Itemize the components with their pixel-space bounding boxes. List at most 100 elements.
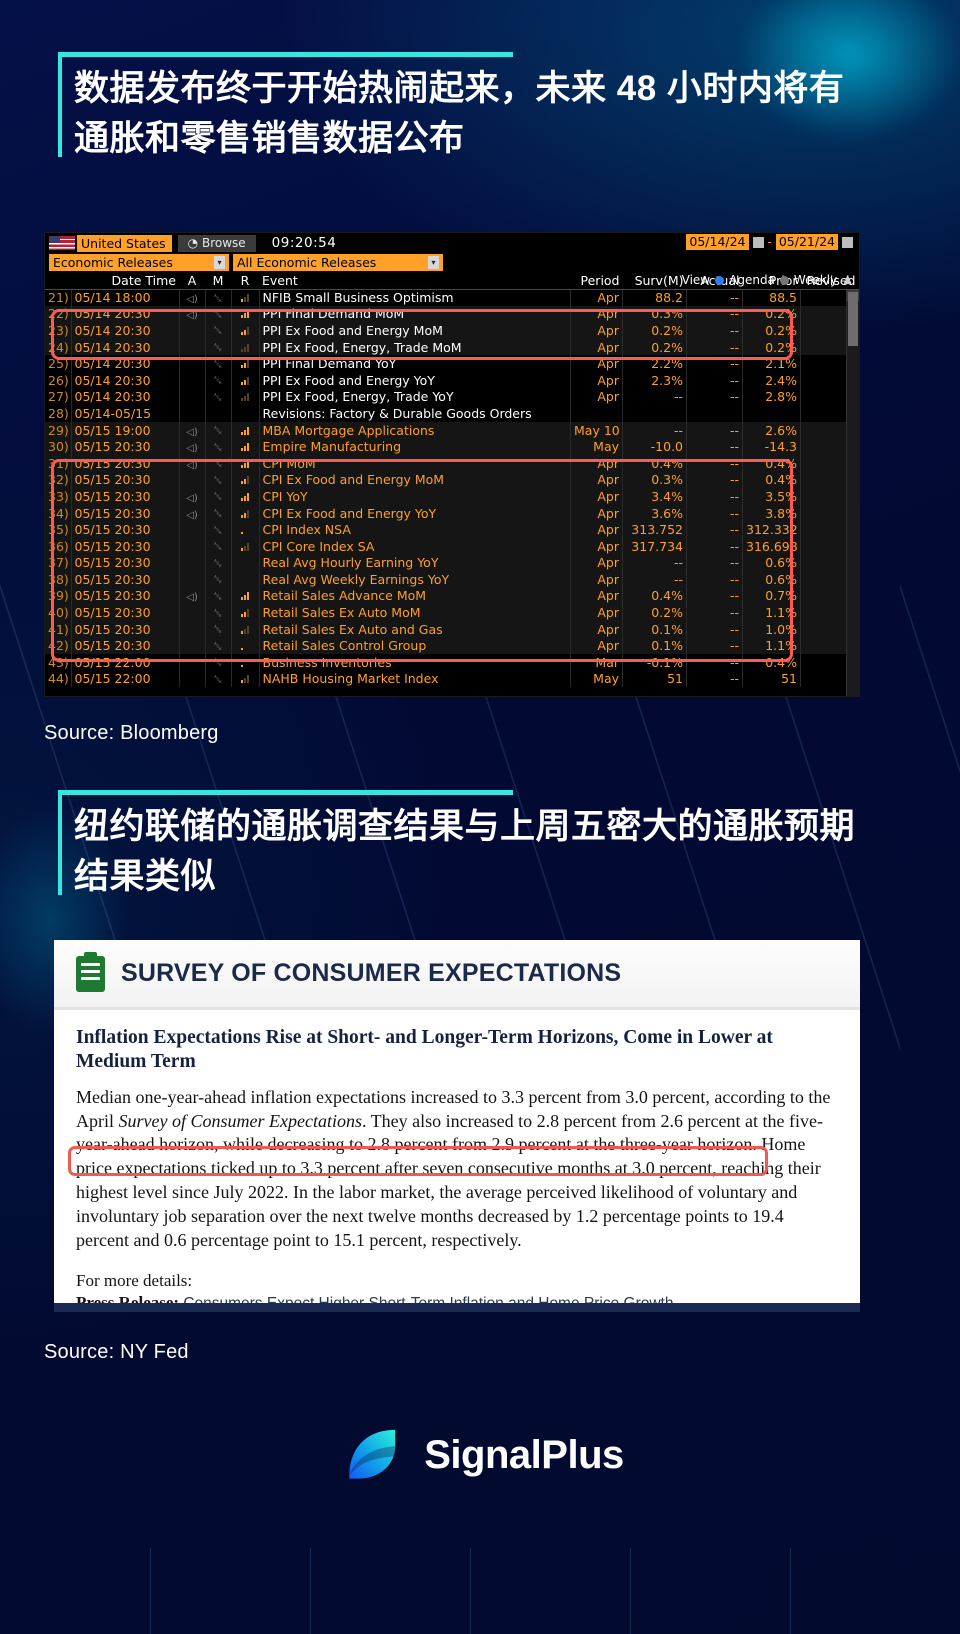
row-relevance-cell[interactable] (231, 571, 260, 588)
col-event[interactable]: Event (259, 272, 571, 290)
weekly-label[interactable]: Weekly (794, 273, 837, 287)
row-alert-cell[interactable]: ◁) (179, 289, 206, 306)
speaker-icon[interactable]: ◁) (186, 443, 198, 454)
row-bell-cell[interactable]: ␆ (205, 604, 232, 621)
row-bell-cell[interactable]: ␆ (205, 322, 232, 339)
row-event-name[interactable]: Real Avg Weekly Earnings YoY (259, 571, 571, 588)
row-relevance-cell[interactable] (231, 654, 260, 671)
row-relevance-cell[interactable] (231, 405, 260, 422)
table-row[interactable]: 32) 05/15 20:30 ␆ CPI Ex Food and Energy Mo… (45, 471, 859, 489)
col-a[interactable]: A (179, 272, 205, 290)
speaker-icon[interactable]: ◁) (186, 460, 198, 471)
row-bell-cell[interactable]: ␆ (205, 554, 232, 572)
row-event-name[interactable]: Empire Manufacturing (259, 438, 571, 455)
table-row[interactable]: 43) 05/15 22:00 ␆ Business Inventories Mar -0… (45, 654, 859, 671)
row-event-name[interactable]: CPI YoY (259, 488, 571, 505)
row-bell-cell[interactable]: ␆ (205, 371, 232, 389)
person-icon[interactable]: ♟ (842, 273, 853, 287)
row-bell-cell[interactable]: ␆ (205, 488, 232, 505)
row-event-name[interactable]: CPI Ex Food and Energy YoY (259, 504, 571, 522)
row-bell-cell[interactable]: ␆ (205, 587, 232, 605)
table-row[interactable]: 23) 05/14 20:30 ␆ PPI Ex Food and Energy Mo… (45, 322, 859, 339)
bell-icon[interactable]: ␆ (214, 474, 223, 487)
row-bell-cell[interactable]: ␆ (205, 438, 232, 455)
row-event-name[interactable]: Retail Sales Ex Auto MoM (259, 604, 571, 621)
bell-icon[interactable]: ␆ (214, 308, 223, 321)
row-alert-cell[interactable] (179, 670, 206, 688)
browse-button[interactable]: ◔ Browse (177, 234, 256, 252)
bell-icon[interactable]: ␆ (214, 341, 223, 354)
date-to-field[interactable]: 05/21/24 (775, 234, 838, 250)
bell-icon[interactable]: ␆ (214, 557, 223, 570)
row-bell-cell[interactable]: ␆ (205, 654, 232, 671)
row-relevance-cell[interactable] (231, 670, 260, 688)
row-relevance-cell[interactable] (231, 537, 260, 555)
table-row[interactable]: 29) 05/15 19:00 ◁) ␆ MBA Mortgage Applicatio… (45, 421, 859, 439)
table-row[interactable]: 28) 05/14-05/15 Revisions: Factory & Durab… (45, 405, 859, 422)
row-event-name[interactable]: Real Avg Hourly Earning YoY (259, 554, 571, 572)
speaker-icon[interactable]: ◁) (186, 427, 198, 438)
row-relevance-cell[interactable] (231, 587, 260, 605)
table-row[interactable]: 27) 05/14 20:30 ␆ PPI Ex Food, Energy, Trad… (45, 388, 859, 406)
chevron-down-icon-1[interactable]: ▾ (214, 256, 225, 269)
table-row[interactable]: 39) 05/15 20:30 ◁) ␆ Retail Sales Advance Mo… (45, 587, 859, 605)
chevron-down-icon-2[interactable]: ▾ (428, 256, 439, 269)
row-alert-cell[interactable] (179, 521, 206, 538)
table-row[interactable]: 33)05/15 20:30◁)␆CPI YoYApr3.4%--3.5%-- (45, 488, 859, 505)
terminal-scrollbar[interactable]: ▲ (846, 290, 859, 696)
row-bell-cell[interactable]: ␆ (205, 670, 232, 688)
row-alert-cell[interactable]: ◁) (179, 454, 206, 472)
speaker-icon[interactable]: ◁) (186, 310, 198, 321)
date-range-control[interactable]: 05/14/24 - 05/21/24 (686, 234, 853, 250)
bell-icon[interactable]: ␆ (214, 457, 223, 470)
table-row[interactable]: 21) 05/14 18:00 ◁) ␆ NFIB Small Business Opt… (45, 289, 859, 306)
bell-icon[interactable]: ␆ (214, 292, 223, 305)
row-alert-cell[interactable] (179, 355, 206, 372)
row-event-name[interactable]: PPI Ex Food and Energy MoM (259, 322, 571, 339)
row-bell-cell[interactable]: ␆ (205, 620, 232, 638)
row-alert-cell[interactable] (179, 322, 206, 339)
table-row[interactable]: 31)05/15 20:30◁)␆CPI MoMApr0.4%--0.4%-- (45, 454, 859, 472)
col-survey[interactable]: Surv(M) (622, 272, 687, 290)
bell-icon[interactable]: ␆ (214, 673, 223, 686)
row-relevance-cell[interactable] (231, 454, 260, 472)
row-alert-cell[interactable] (179, 654, 206, 671)
release-type-dropdown[interactable]: Economic Releases ▾ (49, 254, 229, 271)
bell-icon[interactable]: ␆ (214, 324, 223, 337)
row-relevance-cell[interactable] (231, 637, 260, 655)
row-bell-cell[interactable]: ␆ (205, 537, 232, 555)
row-alert-cell[interactable] (179, 604, 206, 621)
row-relevance-cell[interactable] (231, 504, 260, 522)
row-event-name[interactable]: CPI MoM (259, 454, 571, 472)
row-event-name[interactable]: Revisions: Factory & Durable Goods Order… (259, 405, 571, 422)
table-row[interactable]: 22) 05/14 20:30 ◁) ␆ PPI Final Demand MoM Apr… (45, 305, 859, 323)
row-event-name[interactable]: NFIB Small Business Optimism (259, 289, 571, 306)
row-event-name[interactable]: MBA Mortgage Applications (259, 421, 571, 439)
row-relevance-cell[interactable] (231, 421, 260, 439)
row-event-name[interactable]: Business Inventories (259, 654, 571, 671)
bell-icon[interactable]: ␆ (214, 656, 223, 669)
bell-icon[interactable]: ␆ (214, 524, 223, 537)
table-row[interactable]: 38) 05/15 20:30 ␆ Real Avg Weekly Earnings … (45, 571, 859, 588)
bell-icon[interactable]: ␆ (214, 391, 223, 404)
speaker-icon[interactable]: ◁) (186, 510, 198, 521)
bell-icon[interactable]: ␆ (214, 374, 223, 387)
row-alert-cell[interactable]: ◁) (179, 504, 206, 522)
radio-weekly-icon[interactable] (779, 275, 789, 285)
speaker-icon[interactable]: ◁) (186, 493, 198, 504)
speaker-icon[interactable]: ◁) (186, 592, 198, 603)
row-event-name[interactable]: PPI Final Demand YoY (259, 355, 571, 372)
scrollbar-thumb[interactable] (848, 292, 858, 346)
row-relevance-cell[interactable] (231, 471, 260, 489)
row-bell-cell[interactable]: ␆ (205, 289, 232, 306)
row-alert-cell[interactable] (179, 537, 206, 555)
table-row[interactable]: 30) 05/15 20:30 ◁) ␆ Empire Manufacturing May… (45, 438, 859, 455)
row-event-name[interactable]: Retail Sales Ex Auto and Gas (259, 620, 571, 638)
bell-icon[interactable]: ␆ (214, 441, 223, 454)
bell-icon[interactable]: ␆ (214, 424, 223, 437)
table-row[interactable]: 41) 05/15 20:30 ␆ Retail Sales Ex Auto and … (45, 620, 859, 638)
row-bell-cell[interactable]: ␆ (205, 504, 232, 522)
row-event-name[interactable]: PPI Ex Food, Energy, Trade YoY (259, 388, 571, 406)
row-event-name[interactable]: PPI Ex Food, Energy, Trade MoM (259, 338, 571, 356)
row-relevance-cell[interactable] (231, 554, 260, 572)
